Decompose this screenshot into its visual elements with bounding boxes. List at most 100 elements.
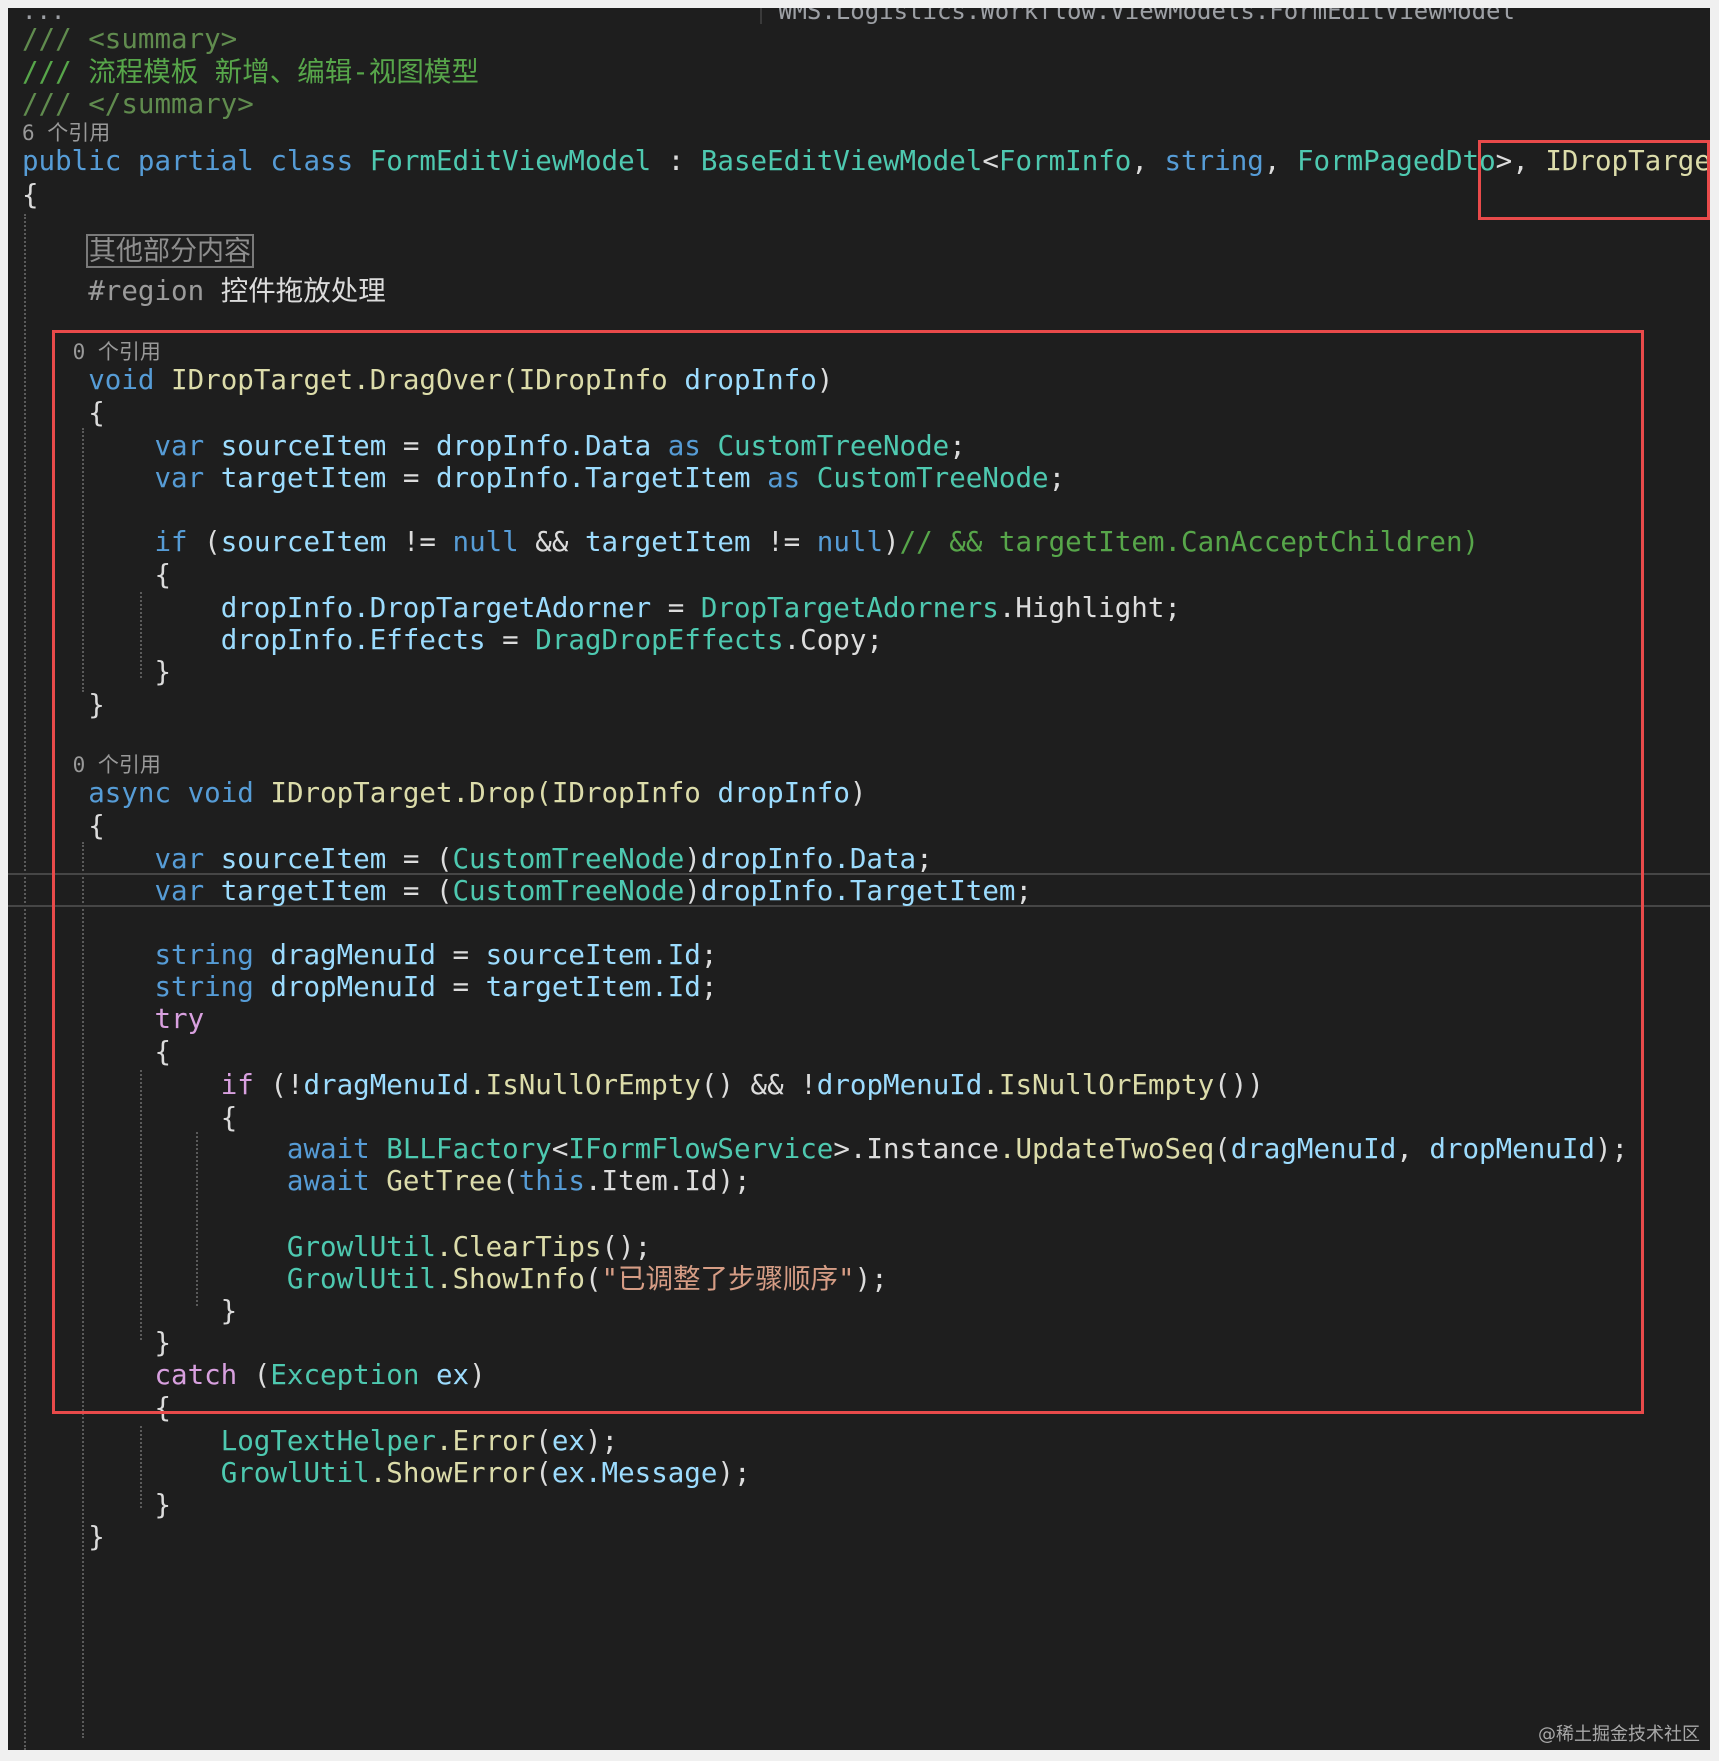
brace: { bbox=[154, 1036, 172, 1068]
code-line[interactable]: } bbox=[22, 1518, 105, 1556]
operator: = bbox=[386, 462, 436, 494]
variable: dropInfo bbox=[700, 875, 834, 907]
navigation-bar-divider bbox=[760, 8, 762, 24]
punctuation: ; bbox=[700, 939, 718, 971]
member: .Copy bbox=[783, 624, 867, 656]
method-signature[interactable]: async void IDropTarget.Drop(IDropInfo dr… bbox=[22, 774, 866, 812]
punctuation: ; bbox=[634, 1231, 652, 1263]
variable: dropInfo bbox=[435, 430, 569, 462]
region-directive[interactable]: #region 控件拖放处理 bbox=[22, 272, 386, 310]
comment: // && targetItem.CanAcceptChildren) bbox=[899, 526, 1480, 558]
keyword: as bbox=[767, 462, 801, 494]
code-line[interactable]: if (sourceItem != null && targetItem != … bbox=[22, 523, 1479, 561]
variable: dragMenuId bbox=[1230, 1133, 1397, 1165]
keyword: null bbox=[452, 526, 519, 558]
punctuation: ; bbox=[916, 843, 933, 875]
keyword: string bbox=[154, 939, 254, 971]
punctuation: ; bbox=[1048, 462, 1066, 494]
code-line[interactable]: await GetTree(this.Item.Id); bbox=[22, 1162, 751, 1200]
keyword: void bbox=[187, 777, 254, 809]
keyword: var bbox=[154, 875, 205, 907]
brace: { bbox=[154, 559, 172, 591]
member: .Data bbox=[568, 430, 652, 462]
operator: != bbox=[750, 526, 817, 558]
member: .Id bbox=[651, 939, 701, 971]
method-name: .Drop( bbox=[452, 777, 552, 809]
variable: targetItem bbox=[584, 526, 751, 558]
keyword: await bbox=[286, 1133, 370, 1165]
keyword: try bbox=[154, 1003, 205, 1035]
brace: { bbox=[22, 179, 39, 211]
type-name: FormInfo bbox=[998, 145, 1132, 177]
keyword: var bbox=[154, 430, 205, 462]
variable: dropInfo bbox=[220, 624, 354, 656]
class-declaration[interactable]: public partial class FormEditViewModel :… bbox=[22, 142, 1710, 180]
punctuation: : bbox=[651, 145, 701, 177]
type-name: IDropInfo bbox=[551, 777, 701, 809]
method-name: .Error bbox=[435, 1425, 536, 1457]
collapsed-region[interactable]: 其他部分内容 bbox=[86, 234, 254, 268]
variable: targetItem bbox=[220, 462, 387, 494]
keyword: class bbox=[270, 145, 354, 177]
code-line[interactable]: { bbox=[22, 176, 39, 214]
variable: dropMenuId bbox=[816, 1069, 983, 1101]
code-line-current[interactable]: var targetItem = (CustomTreeNode)dropInf… bbox=[22, 872, 1032, 910]
type-name: DropTargetAdorners bbox=[700, 592, 999, 624]
code-editor[interactable]: ... WMS.Logistics.Workflow.ViewModels.Fo… bbox=[8, 8, 1710, 1750]
variable: dropInfo bbox=[435, 462, 569, 494]
operator: && bbox=[734, 1069, 801, 1101]
brace: { bbox=[88, 810, 105, 842]
brace: { bbox=[88, 397, 105, 429]
method-name: .IsNullOrEmpty bbox=[469, 1069, 701, 1101]
keyword: null bbox=[816, 526, 884, 558]
punctuation: ; bbox=[1015, 875, 1032, 907]
punctuation: () bbox=[601, 1231, 635, 1263]
type-name: IFormFlowService bbox=[568, 1133, 834, 1165]
operator: = bbox=[651, 592, 701, 624]
keyword: partial bbox=[137, 145, 254, 177]
interface-name: IDropTarget bbox=[171, 364, 354, 396]
method-name: GetTree bbox=[386, 1165, 503, 1197]
type-name: GrowlUtil bbox=[286, 1231, 436, 1263]
method-name: .UpdateTwoSeq bbox=[998, 1133, 1215, 1165]
base-class: BaseEditViewModel bbox=[700, 145, 983, 177]
keyword: if bbox=[220, 1069, 254, 1101]
member: .Item bbox=[584, 1165, 668, 1197]
method-name: .ShowError bbox=[369, 1457, 536, 1489]
variable: ex bbox=[435, 1359, 470, 1391]
keyword: void bbox=[88, 364, 155, 396]
member: .Id bbox=[651, 971, 701, 1003]
parameter: dropInfo bbox=[684, 364, 817, 396]
type-name: GrowlUtil bbox=[286, 1263, 436, 1295]
variable: sourceItem bbox=[220, 430, 387, 462]
keyword: await bbox=[286, 1165, 370, 1197]
variable: ex bbox=[551, 1425, 585, 1457]
interface-name: IDropTarget bbox=[1545, 145, 1710, 177]
doc-comment: /// </summary> bbox=[22, 88, 254, 120]
type-name: Exception bbox=[270, 1359, 420, 1391]
variable: sourceItem bbox=[220, 526, 387, 558]
doc-comment: /// 流程模板 新增、编辑-视图模型 bbox=[22, 56, 479, 88]
method-signature[interactable]: void IDropTarget.DragOver(IDropInfo drop… bbox=[22, 361, 833, 399]
type-name: FormPagedDto bbox=[1296, 145, 1496, 177]
region-name: 控件拖放处理 bbox=[220, 275, 386, 307]
class-name: FormEditViewModel bbox=[369, 145, 652, 177]
keyword: if bbox=[154, 526, 188, 558]
navigation-bar-member[interactable]: WMS.Logistics.Workflow.ViewModels.FormEd… bbox=[778, 8, 1678, 24]
type-name: CustomTreeNode bbox=[452, 875, 685, 907]
type-name: GrowlUtil bbox=[220, 1457, 370, 1489]
watermark: @稀土掘金技术社区 bbox=[1538, 1724, 1700, 1745]
operator: ! bbox=[286, 1069, 304, 1101]
punctuation: () bbox=[1214, 1069, 1248, 1101]
operator: = bbox=[485, 624, 536, 656]
type-name: BLLFactory bbox=[386, 1133, 552, 1165]
member: .TargetItem bbox=[568, 462, 751, 494]
interface-name: IDropTarget bbox=[270, 777, 453, 809]
operator: = bbox=[435, 971, 486, 1003]
member: .Effects bbox=[353, 624, 486, 656]
code-line[interactable]: } bbox=[22, 686, 105, 724]
method-name: .DragOver( bbox=[353, 364, 519, 396]
code-line[interactable]: var targetItem = dropInfo.TargetItem as … bbox=[22, 459, 1065, 497]
type-name: DragDropEffects bbox=[535, 624, 784, 656]
operator: = bbox=[386, 843, 436, 875]
